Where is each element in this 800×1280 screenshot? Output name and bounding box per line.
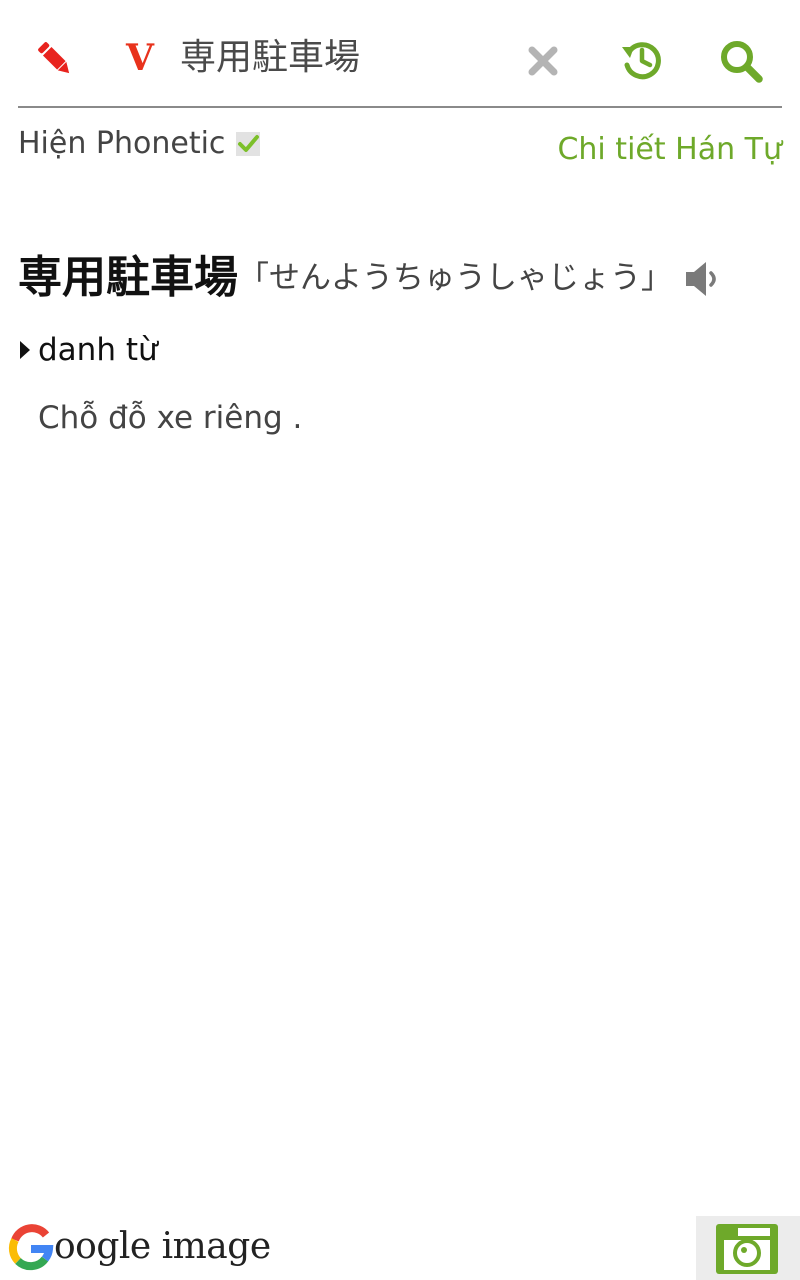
- entry-reading: 「せんようちゅうしゃじょう」: [238, 260, 672, 296]
- caret-right-icon: [18, 339, 32, 361]
- part-of-speech-label: danh từ: [38, 332, 158, 368]
- entry-meaning: Chỗ đỗ xe riêng .: [38, 400, 303, 436]
- kanji-detail-link[interactable]: Chi tiết Hán Tự: [557, 130, 782, 170]
- search-icon[interactable]: [718, 38, 764, 84]
- pencil-icon[interactable]: [34, 38, 76, 80]
- dictionary-screen: V Hiện Phonetic: [0, 0, 800, 1280]
- part-of-speech-row[interactable]: danh từ: [18, 328, 158, 372]
- entry-word: 専用駐車場: [18, 252, 238, 303]
- speaker-icon[interactable]: [684, 258, 724, 300]
- camera-icon: [714, 1220, 780, 1276]
- google-image-label: oogle image: [54, 1226, 271, 1267]
- google-image-button[interactable]: oogle image: [8, 1222, 271, 1276]
- phonetic-checkbox[interactable]: [235, 131, 261, 157]
- history-icon[interactable]: [620, 38, 664, 82]
- search-bar-divider: [18, 106, 782, 108]
- search-bar: V: [0, 0, 800, 108]
- camera-button[interactable]: [696, 1216, 800, 1280]
- search-input[interactable]: [180, 30, 510, 86]
- close-icon[interactable]: [524, 42, 562, 80]
- google-g-logo-icon: [8, 1222, 54, 1272]
- phonetic-toggle-label: Hiện Phonetic: [18, 126, 226, 161]
- entry-header: 専用駐車場「せんようちゅうしゃじょう」: [18, 246, 672, 310]
- dictionary-language-badge[interactable]: V: [120, 34, 160, 82]
